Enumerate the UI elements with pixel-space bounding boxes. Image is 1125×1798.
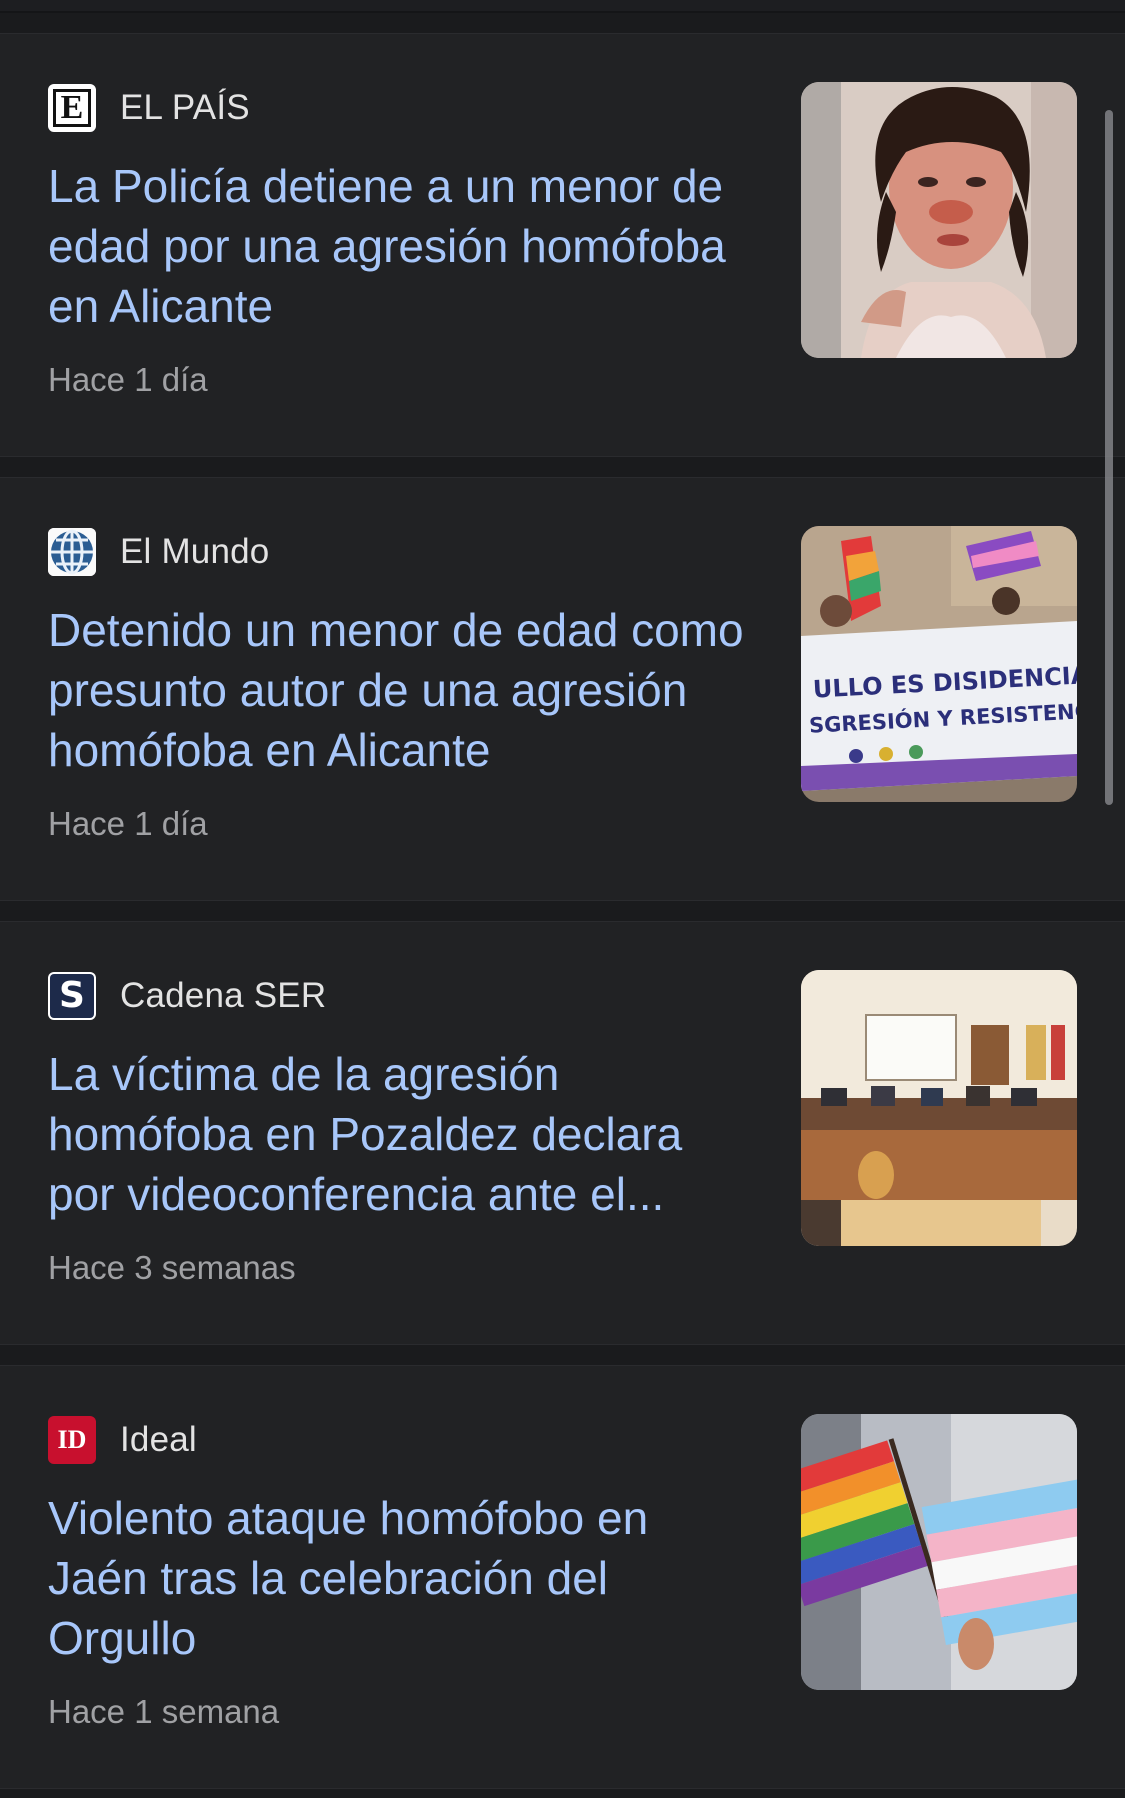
source-name: EL PAÍS xyxy=(120,88,250,127)
courtroom-image[interactable] xyxy=(801,970,1077,1246)
news-feed-page: E EL PAÍS La Policía detiene a un menor … xyxy=(0,0,1125,1798)
article-time: Hace 1 día xyxy=(48,361,208,398)
ideal-logo-icon: ID xyxy=(48,1416,96,1464)
previous-card-edge xyxy=(0,0,1125,13)
article-headline[interactable]: Detenido un menor de edad como presunto … xyxy=(48,600,748,780)
article-headline[interactable]: La víctima de la agresión homófoba en Po… xyxy=(48,1044,748,1224)
scrollbar[interactable] xyxy=(1105,110,1113,805)
source-name: El Mundo xyxy=(120,532,270,571)
source-row: ID Ideal xyxy=(48,1416,197,1464)
news-card[interactable]: El Mundo Detenido un menor de edad como … xyxy=(0,477,1125,901)
pride-protest-banner-image[interactable]: ULLO ES DISIDENCIA, SGRESIÓN Y RESISTENC… xyxy=(801,526,1077,802)
el-mundo-logo-icon xyxy=(48,528,96,576)
article-headline[interactable]: Violento ataque homófobo en Jaén tras la… xyxy=(48,1488,748,1668)
article-time: Hace 1 día xyxy=(48,805,208,842)
source-name: Ideal xyxy=(120,1420,197,1459)
source-row: S Cadena SER xyxy=(48,972,326,1020)
el-pais-logo-icon: E xyxy=(48,84,96,132)
ideal-logo-letters: ID xyxy=(57,1425,87,1454)
news-card[interactable]: ID Ideal Violento ataque homófobo en Jaé… xyxy=(0,1365,1125,1789)
el-pais-logo-letter: E xyxy=(60,89,84,126)
cadena-ser-logo-icon: S xyxy=(48,972,96,1020)
cadena-ser-logo-letter: S xyxy=(59,975,85,1016)
source-row: El Mundo xyxy=(48,528,269,576)
portrait-injured-person-image[interactable] xyxy=(801,82,1077,358)
pride-and-trans-flags-image[interactable] xyxy=(801,1414,1077,1690)
article-headline[interactable]: La Policía detiene a un menor de edad po… xyxy=(48,156,748,336)
source-row: E EL PAÍS xyxy=(48,84,250,132)
source-name: Cadena SER xyxy=(120,976,327,1015)
article-time: Hace 3 semanas xyxy=(48,1249,296,1286)
article-time: Hace 1 semana xyxy=(48,1693,280,1730)
news-card[interactable]: S Cadena SER La víctima de la agresión h… xyxy=(0,921,1125,1345)
news-card[interactable]: E EL PAÍS La Policía detiene a un menor … xyxy=(0,33,1125,457)
